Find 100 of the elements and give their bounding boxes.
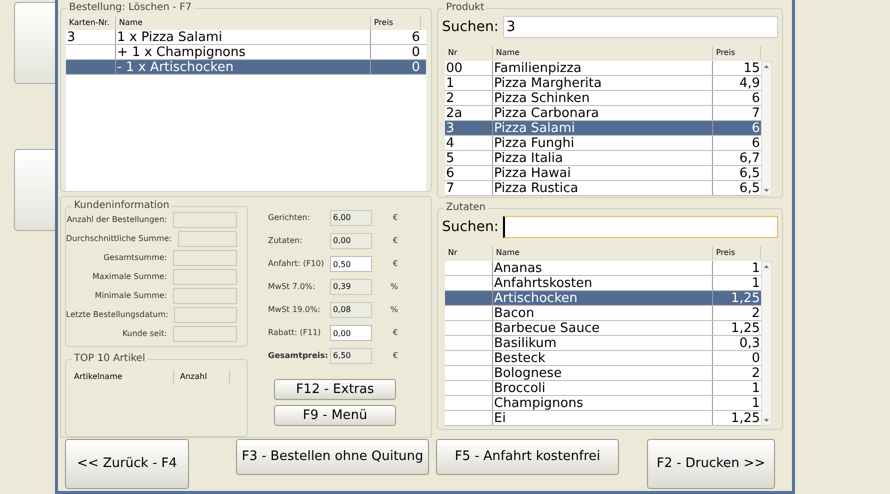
table-row[interactable]: + 1 x Champignons 0 — [66, 45, 426, 60]
table-row[interactable]: 1 Pizza Margherita 4,9 — [445, 76, 761, 91]
table-cell: Basilikum — [493, 336, 713, 350]
table-row[interactable]: 4 Pizza Funghi 6 — [445, 136, 761, 151]
table-row[interactable]: Broccoli 1 — [445, 381, 761, 396]
table-row[interactable]: 3 Pizza Salami 6 — [445, 121, 761, 136]
scrollbar[interactable] — [761, 261, 772, 426]
table-row[interactable]: Besteck 0 — [445, 351, 761, 366]
column-header[interactable]: Preis — [713, 246, 761, 260]
table-row[interactable]: 7 Pizza Rustica 6,5 — [445, 181, 761, 196]
table-cell-text: 1 — [750, 261, 761, 275]
table-cell: 1 — [445, 76, 493, 90]
table-cell-text: 6 — [750, 91, 761, 105]
search-label: Suchen: — [442, 218, 499, 236]
action-button[interactable]: F2 - Drucken >> — [647, 439, 775, 489]
table-cell-text: 6 — [410, 30, 421, 44]
column-header[interactable]: Name — [493, 46, 713, 60]
column-header[interactable]: Artikelname — [68, 370, 174, 384]
table-cell-text: 1,25 — [730, 321, 761, 335]
total-label: MwSt 7.0%: — [268, 281, 316, 293]
unit-label: € — [392, 350, 398, 362]
action-button[interactable]: F12 - Extras — [274, 379, 396, 400]
table-cell: Pizza Rustica — [493, 181, 713, 195]
table-row[interactable]: 00 Familienpizza 15 — [445, 61, 761, 76]
table-row[interactable]: Bolognese 2 — [445, 366, 761, 381]
table-cell: Champignons — [493, 396, 713, 410]
column-header[interactable]: Nr — [445, 46, 493, 60]
readonly-field — [174, 307, 237, 323]
action-button[interactable]: F3 - Bestellen ohne Quitung — [236, 439, 429, 475]
table-row[interactable]: Barbecue Sauce 1,25 — [445, 321, 761, 336]
amount-value: 0,39 — [330, 279, 372, 295]
field-label: Kunde seit: — [122, 328, 167, 340]
table-cell: 7 — [445, 181, 493, 195]
column-header[interactable]: Nr — [445, 246, 493, 260]
search-field[interactable]: 3 — [502, 16, 778, 38]
table-cell: Pizza Salami — [493, 121, 713, 135]
table-cell: 2a — [445, 106, 493, 120]
readonly-field — [173, 288, 237, 304]
table-row[interactable]: Bacon 2 — [445, 306, 761, 321]
side-tab[interactable] — [14, 149, 56, 231]
action-button[interactable]: F9 - Menü — [274, 405, 396, 426]
table-cell: 1 x Pizza Salami — [116, 30, 371, 44]
table-cell-text: 1,25 — [730, 411, 761, 425]
table-row[interactable]: Ananas 1 — [445, 261, 761, 276]
table-row[interactable]: 2 Pizza Schinken 6 — [445, 91, 761, 106]
scrollbar[interactable] — [761, 61, 772, 196]
column-header[interactable]: Anzahl — [174, 370, 230, 384]
table-cell-text: 0 — [410, 45, 421, 59]
table-row[interactable]: 6 Pizza Hawai 6,5 — [445, 166, 761, 181]
table-row[interactable]: 2a Pizza Carbonara 7 — [445, 106, 761, 121]
field-label: Letzte Bestellungsdatum: — [66, 309, 168, 321]
field-label: Durchschnittliche Summe: — [66, 233, 172, 245]
amount-field[interactable]: 0,50 — [330, 256, 372, 272]
table-cell: Broccoli — [493, 381, 713, 395]
total-label: Gesamtpreis: — [268, 350, 330, 362]
table-cell: Pizza Carbonara — [493, 106, 713, 120]
table-cell: 5 — [445, 151, 493, 165]
table-cell-text: 1 — [750, 381, 761, 395]
table-row[interactable]: Ei 1,25 — [445, 411, 761, 426]
table-cell: Pizza Funghi — [493, 136, 713, 150]
unit-label: % — [390, 281, 398, 293]
table-row[interactable]: Basilikum 0,3 — [445, 336, 761, 351]
action-button[interactable]: << Zurück - F4 — [65, 439, 189, 489]
amount-field[interactable]: 0,00 — [330, 325, 372, 341]
column-header[interactable]: Name — [493, 246, 713, 260]
column-header[interactable]: Preis — [713, 46, 761, 60]
table-cell-text: 1 — [750, 396, 761, 410]
search-field[interactable] — [502, 216, 778, 238]
readonly-field — [178, 231, 237, 247]
action-button[interactable]: F5 - Anfahrt kostenfrei — [436, 439, 619, 475]
table-row[interactable]: 3 1 x Pizza Salami 6 — [66, 30, 426, 45]
table-cell-text: 6,5 — [738, 166, 761, 180]
total-label: Anfahrt: (F10) — [268, 258, 326, 270]
table-cell-text: 6 — [750, 121, 761, 135]
table-row[interactable]: Artischocken 1,25 — [445, 291, 761, 306]
table-cell: 2 — [445, 91, 493, 105]
unit-label: € — [392, 327, 398, 339]
table-row[interactable]: Champignons 1 — [445, 396, 761, 411]
table-row[interactable]: - 1 x Artischocken 0 — [66, 60, 426, 75]
table-cell-text: 4,9 — [738, 76, 761, 90]
table-cell-text: 2 — [750, 306, 761, 320]
table-cell: 3 — [445, 121, 493, 135]
table-cell-text: 6 — [750, 136, 761, 150]
table-row[interactable]: 5 Pizza Italia 6,7 — [445, 151, 761, 166]
table-cell: + 1 x Champignons — [116, 45, 371, 59]
table-cell: Pizza Italia — [493, 151, 713, 165]
table-cell-text: 6,5 — [738, 181, 761, 195]
table-cell: Anfahrtskosten — [493, 276, 713, 290]
readonly-field — [173, 212, 237, 228]
amount-value: 0,00 — [330, 233, 372, 249]
table-cell: Besteck — [493, 351, 713, 365]
table-cell-text: 0 — [410, 60, 421, 74]
table-cell: 4 — [445, 136, 493, 150]
amount-value: 0,08 — [330, 302, 372, 318]
side-tab[interactable] — [14, 2, 56, 84]
field-label: Anzahl der Bestellungen: — [66, 214, 167, 226]
table-row[interactable]: Anfahrtskosten 1 — [445, 276, 761, 291]
readonly-field — [173, 250, 237, 266]
table-cell-text: 0 — [750, 351, 761, 365]
table-cell: Bolognese — [493, 366, 713, 380]
